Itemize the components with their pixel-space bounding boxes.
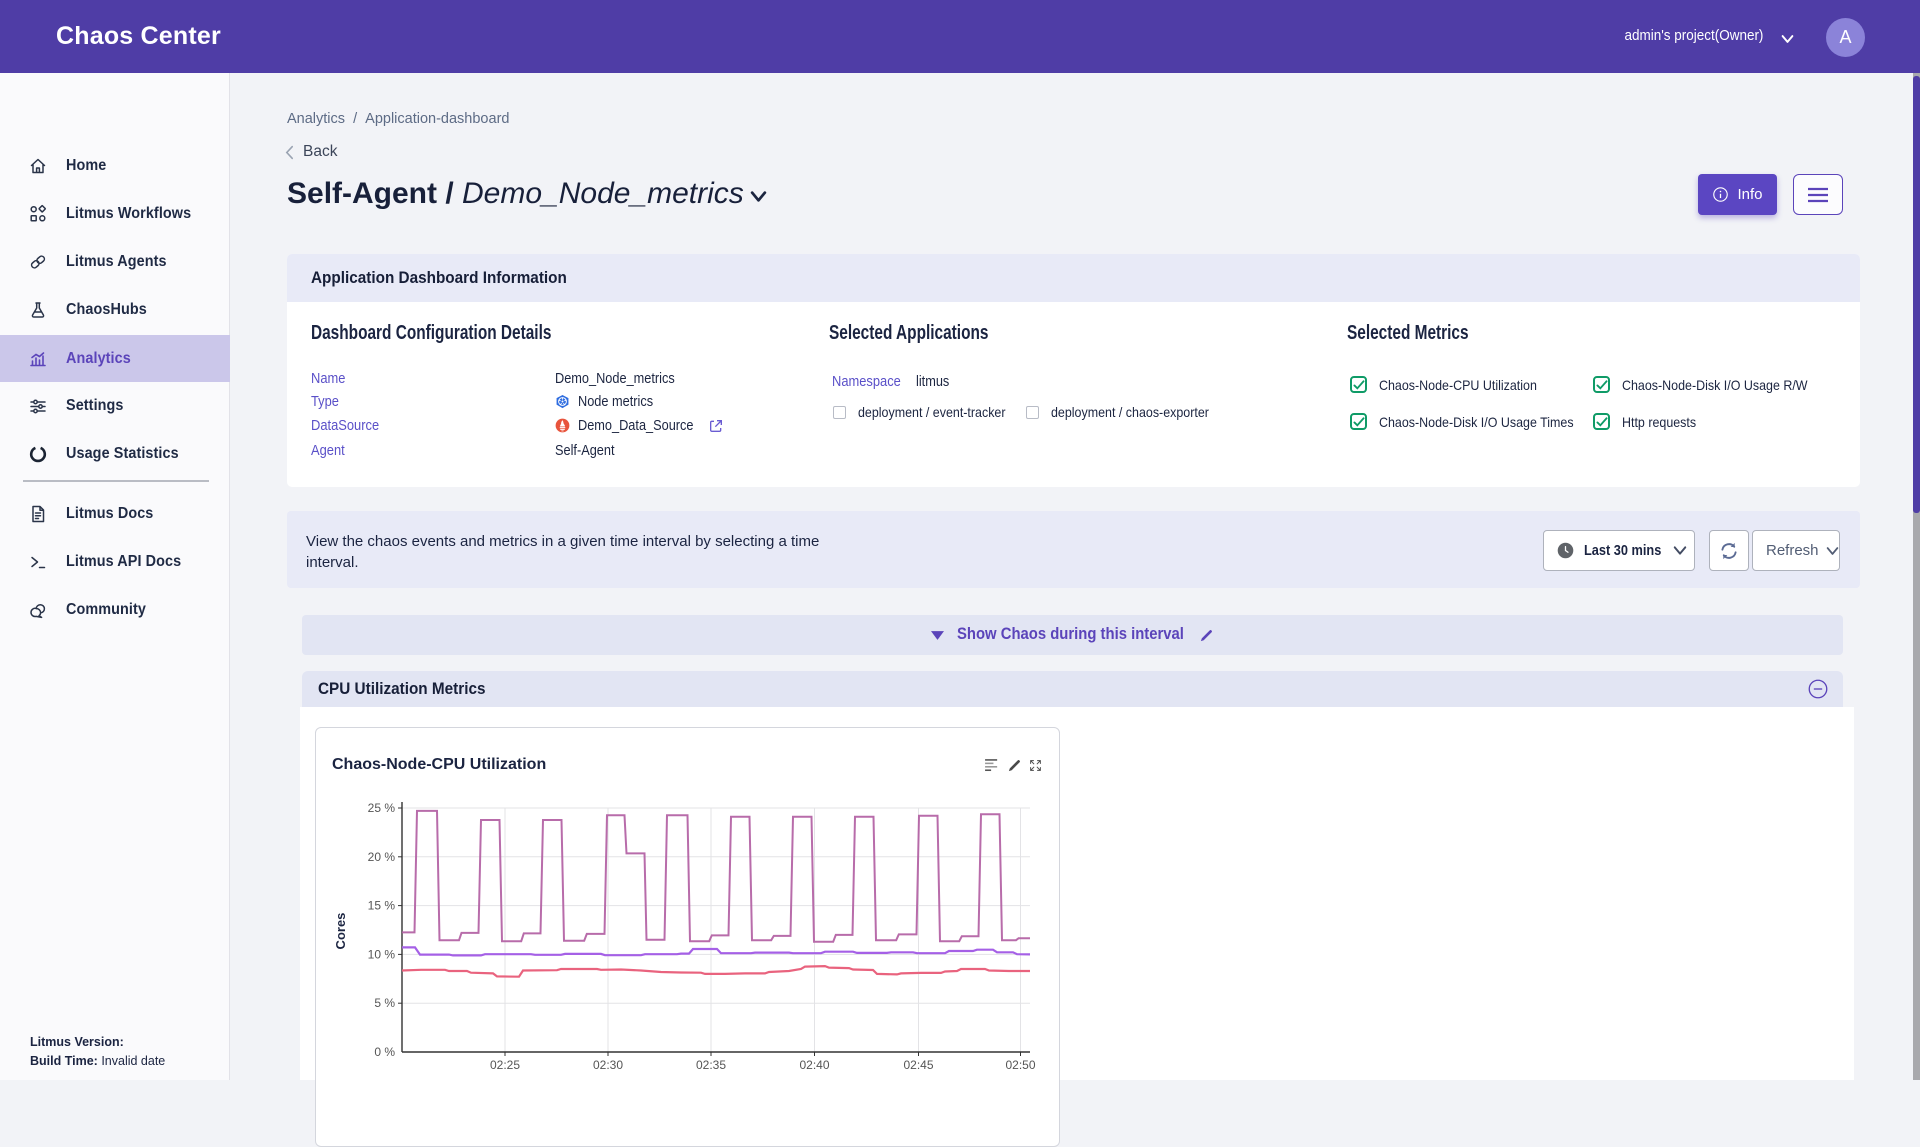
svg-text:02:30: 02:30 xyxy=(593,1058,623,1072)
svg-text:02:45: 02:45 xyxy=(903,1058,933,1072)
svg-text:02:25: 02:25 xyxy=(490,1058,520,1072)
svg-text:02:40: 02:40 xyxy=(799,1058,829,1072)
svg-text:5 %: 5 % xyxy=(374,996,395,1010)
svg-text:15 %: 15 % xyxy=(368,899,396,913)
svg-text:02:50: 02:50 xyxy=(1005,1058,1035,1072)
svg-text:20 %: 20 % xyxy=(368,850,396,864)
svg-text:25 %: 25 % xyxy=(368,801,396,815)
svg-text:Cores: Cores xyxy=(333,913,348,950)
svg-text:0 %: 0 % xyxy=(374,1045,395,1059)
svg-text:02:35: 02:35 xyxy=(696,1058,726,1072)
svg-text:10 %: 10 % xyxy=(368,947,396,961)
